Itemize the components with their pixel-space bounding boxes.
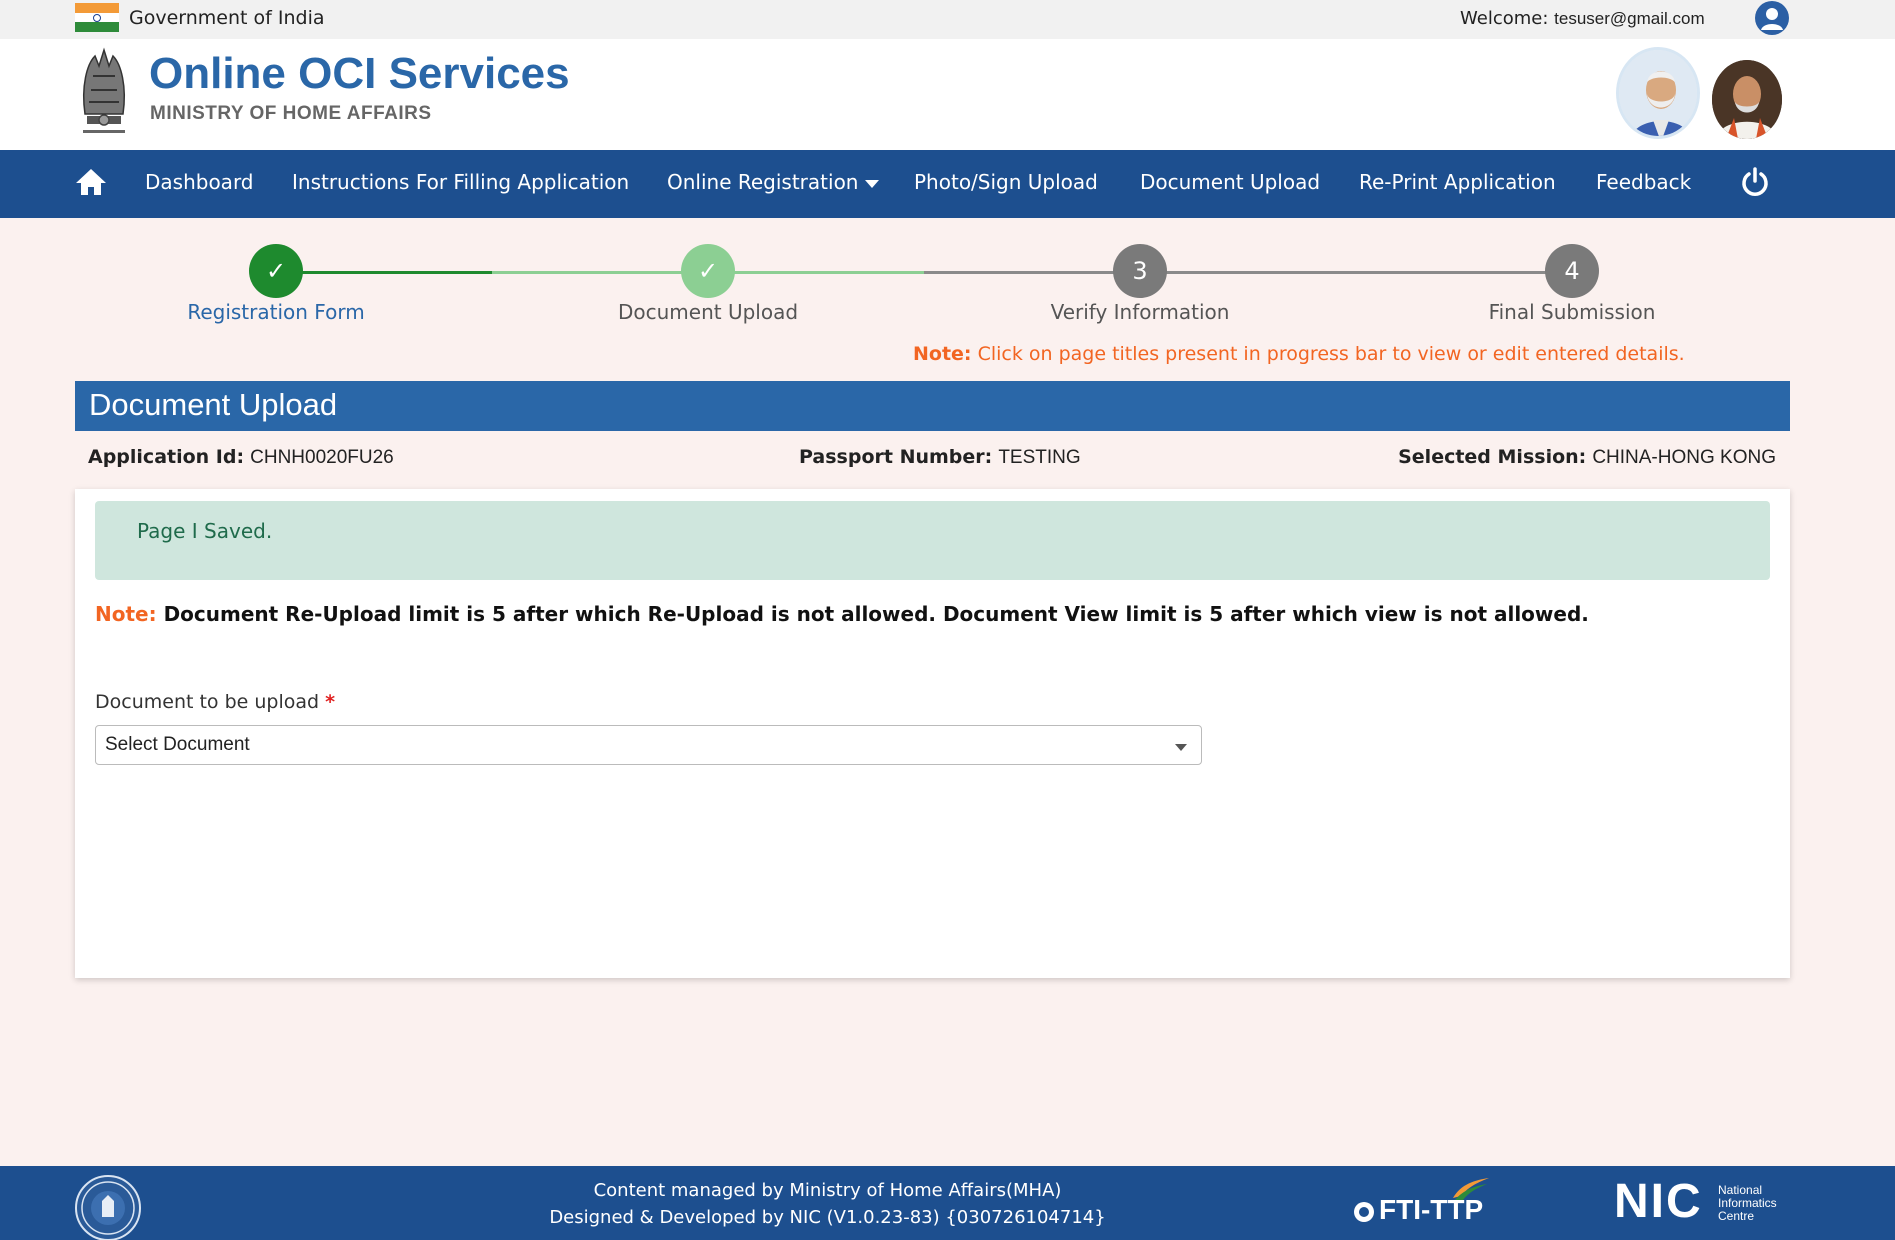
nic-logo-text: NIC (1614, 1175, 1703, 1228)
home-icon[interactable] (74, 167, 108, 197)
step-connector-5 (1140, 271, 1572, 274)
caret-down-icon (864, 179, 879, 188)
success-alert: Page I Saved. (95, 501, 1770, 580)
application-info-row: Application Id: CHNH0020FU26 Passport Nu… (75, 441, 1790, 471)
progress-bar-note: Note: Click on page titles present in pr… (913, 343, 1685, 365)
user-profile-icon[interactable] (1755, 1, 1789, 35)
selected-mission-info: Selected Mission: CHINA-HONG KONG (1398, 446, 1776, 469)
passport-number-info: Passport Number: TESTING (799, 446, 1081, 469)
nav-online-registration-label: Online Registration (667, 170, 859, 194)
footer-content-managed: Content managed by Ministry of Home Affa… (593, 1180, 1062, 1201)
step-3-label[interactable]: Verify Information (1051, 300, 1230, 324)
document-select-value: Select Document (105, 734, 250, 755)
site-title: Online OCI Services (149, 49, 570, 98)
site-header: Online OCI Services MINISTRY OF HOME AFF… (0, 39, 1895, 150)
progress-note-label: Note: (913, 343, 972, 365)
step-4-number[interactable]: 4 (1545, 244, 1599, 298)
portrait-photo-1 (1616, 47, 1700, 139)
required-asterisk: * (325, 691, 336, 713)
site-subtitle: MINISTRY OF HOME AFFAIRS (150, 103, 432, 124)
nav-reprint-application[interactable]: Re-Print Application (1359, 170, 1556, 194)
fti-ttp-logo: FTI-TTP (1303, 1174, 1498, 1234)
document-field-label-text: Document to be upload (95, 691, 320, 713)
government-of-india-label: Government of India (129, 7, 325, 29)
nav-instructions[interactable]: Instructions For Filling Application (292, 170, 629, 194)
application-id-value: CHNH0020FU26 (250, 447, 394, 468)
nav-photo-sign-upload[interactable]: Photo/Sign Upload (914, 170, 1098, 194)
selected-mission-label: Selected Mission: (1398, 446, 1587, 468)
step-1-check-icon[interactable]: ✓ (249, 244, 303, 298)
application-id-label: Application Id: (88, 446, 245, 468)
document-note-text: Document Re-Upload limit is 5 after whic… (156, 602, 1589, 626)
welcome-label: Welcome: (1460, 8, 1549, 29)
section-title: Document Upload (75, 381, 1790, 431)
step-2-check-icon[interactable]: ✓ (681, 244, 735, 298)
document-field-label: Document to be upload * (95, 691, 335, 713)
application-id-info: Application Id: CHNH0020FU26 (88, 446, 394, 469)
government-bar: Government of India Welcome: tesuser@gma… (0, 0, 1895, 39)
dropdown-arrow-icon (1175, 744, 1187, 751)
step-4-label[interactable]: Final Submission (1489, 300, 1656, 324)
nav-dashboard[interactable]: Dashboard (145, 170, 254, 194)
document-note-label: Note: (95, 602, 157, 626)
step-2-label[interactable]: Document Upload (618, 300, 798, 324)
document-select-dropdown[interactable]: Select Document (95, 725, 1202, 765)
nav-document-upload[interactable]: Document Upload (1140, 170, 1320, 194)
logout-power-icon[interactable] (1740, 167, 1770, 197)
step-connector-2 (492, 271, 708, 274)
passport-number-value: TESTING (998, 447, 1081, 468)
step-1-label[interactable]: Registration Form (187, 300, 364, 324)
step-connector-1 (276, 271, 492, 274)
step-connector-4 (924, 271, 1140, 274)
welcome-text: Welcome: tesuser@gmail.com (1460, 8, 1705, 29)
user-email: tesuser@gmail.com (1554, 9, 1705, 28)
nav-feedback[interactable]: Feedback (1596, 170, 1691, 194)
nav-online-registration[interactable]: Online Registration (667, 170, 879, 194)
progress-note-text: Click on page titles present in progress… (971, 343, 1685, 365)
success-alert-text: Page I Saved. (137, 519, 273, 543)
nic-logo-subtitle: National Informatics Centre (1718, 1183, 1777, 1223)
main-navigation: Dashboard Instructions For Filling Appli… (0, 150, 1895, 218)
portrait-photo-2 (1712, 60, 1782, 139)
fti-ttp-text: FTI-TTP (1379, 1194, 1484, 1225)
national-emblem-logo (73, 46, 135, 144)
document-limit-note: Note: Document Re-Upload limit is 5 afte… (95, 602, 1589, 626)
step-3-number[interactable]: 3 (1113, 244, 1167, 298)
site-footer: Content managed by Ministry of Home Affa… (0, 1166, 1895, 1240)
india-flag-icon (75, 3, 119, 32)
selected-mission-value: CHINA-HONG KONG (1592, 447, 1776, 468)
footer-designed-by: Designed & Developed by NIC (V1.0.23-83)… (549, 1207, 1106, 1228)
document-upload-card: Page I Saved. Note: Document Re-Upload l… (75, 489, 1790, 978)
nic-logo: NIC National Informatics Centre (1614, 1176, 1790, 1228)
passport-number-label: Passport Number: (799, 446, 993, 468)
